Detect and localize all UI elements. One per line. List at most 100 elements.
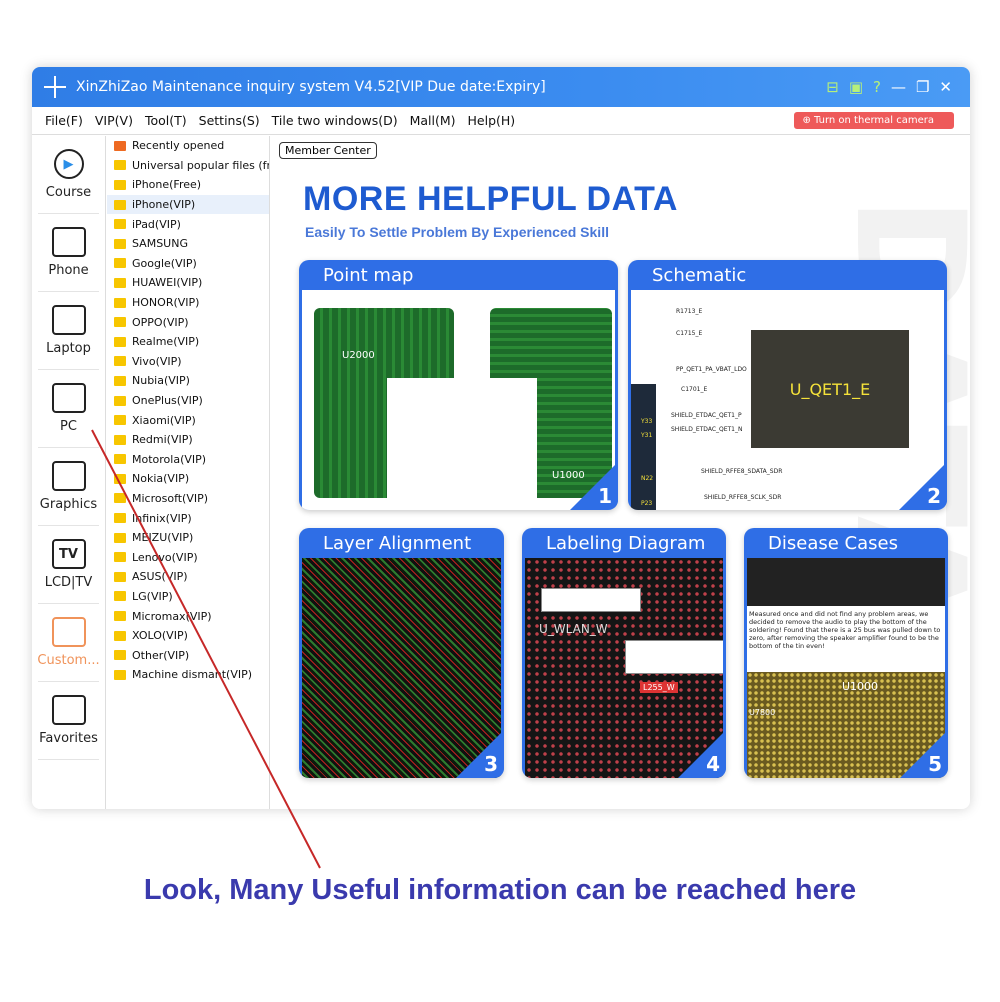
folder-icon bbox=[114, 434, 126, 445]
card-schematic[interactable]: Schematic U_QET1_E R1713_E C1715_E C1701… bbox=[628, 260, 947, 510]
folder-item[interactable]: Nubia(VIP) bbox=[107, 371, 269, 391]
folder-icon bbox=[114, 630, 126, 641]
banner-heading: MORE HELPFUL DATA bbox=[303, 180, 678, 218]
folder-item[interactable]: iPhone(VIP) bbox=[107, 194, 269, 215]
folder-label: OnePlus(VIP) bbox=[132, 394, 203, 408]
folder-item[interactable]: HUAWEI(VIP) bbox=[107, 273, 269, 293]
calendar-icon[interactable]: ▣ bbox=[849, 78, 863, 96]
thermal-camera-button[interactable]: ⊕ Turn on thermal camera bbox=[794, 112, 954, 129]
graphics-card-icon bbox=[51, 461, 86, 491]
folder-item[interactable]: Recently opened bbox=[107, 136, 269, 156]
folder-label: Realme(VIP) bbox=[132, 335, 200, 349]
case-caption: Measured once and did not find any probl… bbox=[747, 606, 945, 672]
pin-label: P23 bbox=[641, 500, 653, 507]
close-button[interactable]: ✕ bbox=[939, 78, 952, 96]
menu-item[interactable]: Tile two windows(D) bbox=[272, 113, 398, 128]
net-label: SHIELD_ETDAC_QET1_P bbox=[671, 412, 742, 419]
folder-icon bbox=[114, 297, 126, 308]
folder-label: Infinix(VIP) bbox=[132, 511, 192, 525]
folder-item[interactable]: iPad(VIP) bbox=[107, 214, 269, 234]
chip-label: U_WLAN_W bbox=[539, 622, 608, 636]
sidebar-item[interactable]: Laptop bbox=[38, 292, 99, 370]
folder-icon bbox=[114, 356, 126, 367]
lock-icon[interactable]: ⊟ bbox=[826, 78, 839, 96]
folder-label: Xiaomi(VIP) bbox=[132, 413, 196, 427]
folder-item[interactable]: Universal popular files (free bbox=[107, 156, 269, 176]
folder-item[interactable]: Vivo(VIP) bbox=[107, 352, 269, 372]
folder-item[interactable]: SAMSUNG bbox=[107, 234, 269, 254]
folder-item[interactable]: ASUS(VIP) bbox=[107, 567, 269, 587]
folder-item[interactable]: Microsoft(VIP) bbox=[107, 489, 269, 509]
card-title: Layer Alignment bbox=[323, 532, 472, 554]
chip-label: U7800 bbox=[749, 708, 776, 717]
folder-icon bbox=[114, 611, 126, 622]
folder-item[interactable]: Lenovo(VIP) bbox=[107, 547, 269, 567]
folder-label: iPhone(Free) bbox=[132, 178, 202, 192]
folder-item[interactable]: OPPO(VIP) bbox=[107, 312, 269, 332]
card-title: Point map bbox=[323, 264, 414, 286]
sidebar-item[interactable]: Phone bbox=[38, 214, 99, 292]
member-center-button[interactable]: Member Center bbox=[279, 142, 377, 159]
menu-item[interactable]: Settins(S) bbox=[199, 113, 260, 128]
card-labeling-diagram[interactable]: Labeling Diagram U_WLAN_W L255_W 4 bbox=[522, 528, 726, 778]
menu-item[interactable]: Mall(M) bbox=[410, 113, 456, 128]
menu-item[interactable]: Help(H) bbox=[468, 113, 516, 128]
folder-item[interactable]: Google(VIP) bbox=[107, 254, 269, 274]
folder-item[interactable]: Motorola(VIP) bbox=[107, 450, 269, 470]
net-label: PP_QET1_PA_VBAT_LDO bbox=[676, 366, 747, 373]
sidebar-item[interactable]: ▶ Course bbox=[38, 136, 99, 214]
menu-item[interactable]: File(F) bbox=[45, 113, 83, 128]
folder-icon bbox=[114, 336, 126, 347]
folder-label: Motorola(VIP) bbox=[132, 452, 207, 466]
folder-icon bbox=[114, 199, 126, 210]
main-panel: Member Center DATA MORE HELPFUL DATA Eas… bbox=[271, 136, 970, 809]
folder-icon bbox=[114, 532, 126, 543]
folder-item[interactable]: MEIZU(VIP) bbox=[107, 528, 269, 548]
folder-item[interactable]: Micromax(VIP) bbox=[107, 606, 269, 626]
sidebar-item[interactable]: Graphics bbox=[38, 448, 99, 526]
folder-label: OPPO(VIP) bbox=[132, 315, 189, 329]
pin-label: Y33 bbox=[641, 418, 653, 425]
folder-item[interactable]: Other(VIP) bbox=[107, 645, 269, 665]
folder-icon bbox=[114, 415, 126, 426]
part-label: R1713_E bbox=[676, 308, 703, 315]
sidebar-item[interactable]: TV LCD|TV bbox=[38, 526, 99, 604]
sidebar-item[interactable]: Custom... bbox=[37, 604, 100, 682]
folder-item[interactable]: iPhone(Free) bbox=[107, 175, 269, 195]
folder-label: Other(VIP) bbox=[132, 648, 190, 662]
folder-item[interactable]: OnePlus(VIP) bbox=[107, 391, 269, 411]
folder-item[interactable]: XOLO(VIP) bbox=[107, 626, 269, 646]
laptop-icon bbox=[51, 305, 86, 335]
folder-item[interactable]: Realme(VIP) bbox=[107, 332, 269, 352]
card-number: 4 bbox=[706, 752, 720, 776]
folder-item[interactable]: HONOR(VIP) bbox=[107, 293, 269, 313]
folder-item[interactable]: Redmi(VIP) bbox=[107, 430, 269, 450]
folder-label: Google(VIP) bbox=[132, 256, 197, 270]
folder-label: Universal popular files (free bbox=[132, 158, 270, 172]
menu-item[interactable]: VIP(V) bbox=[95, 113, 133, 128]
help-icon[interactable]: ? bbox=[873, 78, 881, 96]
sidebar-item-label: Graphics bbox=[39, 497, 98, 512]
card-point-map[interactable]: Point map U2000 U1000 1 bbox=[299, 260, 618, 510]
folder-icon bbox=[114, 317, 126, 328]
menu-item[interactable]: Tool(T) bbox=[145, 113, 187, 128]
folder-item[interactable]: Xiaomi(VIP) bbox=[107, 410, 269, 430]
folder-label: Nubia(VIP) bbox=[132, 374, 190, 388]
card-title: Disease Cases bbox=[768, 532, 898, 554]
category-sidebar: ▶ Course Phone Laptop PC Graphics TV LCD|TV Cust… bbox=[32, 136, 106, 809]
folder-item[interactable]: Infinix(VIP) bbox=[107, 508, 269, 528]
folder-item[interactable]: Machine dismant(VIP) bbox=[107, 665, 269, 685]
card-layer-alignment[interactable]: Layer Alignment 3 bbox=[299, 528, 504, 778]
card-disease-cases[interactable]: Disease Cases Measured once and did not … bbox=[744, 528, 948, 778]
folder-item[interactable]: LG(VIP) bbox=[107, 587, 269, 607]
restore-button[interactable]: ❐ bbox=[916, 78, 929, 96]
folder-label: XOLO(VIP) bbox=[132, 629, 188, 643]
card-title: Labeling Diagram bbox=[546, 532, 706, 554]
sidebar-item[interactable]: PC bbox=[38, 370, 99, 448]
sidebar-item-label: LCD|TV bbox=[44, 575, 93, 590]
menu-bar: File(F) VIP(V) Tool(T) Settins(S) Tile two w… bbox=[32, 107, 970, 135]
minimize-button[interactable]: — bbox=[891, 78, 906, 96]
folder-icon bbox=[114, 140, 126, 151]
sidebar-item[interactable]: Favorites bbox=[38, 682, 99, 760]
folder-item[interactable]: Nokia(VIP) bbox=[107, 469, 269, 489]
